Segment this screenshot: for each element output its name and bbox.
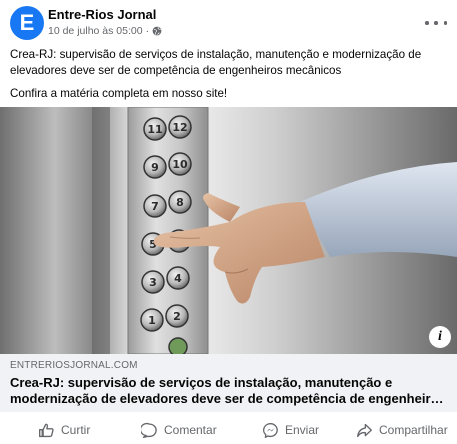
svg-text:11: 11 [147,123,162,136]
post-meta: 10 de julho às 05:00 · [48,25,162,37]
share-label: Compartilhar [379,423,448,437]
send-button[interactable]: Enviar [262,416,319,444]
post-header: E Entre-Rios Jornal 10 de julho às 05:00… [10,6,449,46]
svg-text:10: 10 [172,158,188,171]
like-label: Curtir [61,423,91,437]
messenger-icon [262,422,278,438]
post-timestamp[interactable]: 10 de julho às 05:00 [48,25,143,37]
meta-separator: · [145,25,150,37]
elevator-panel-photo: 11 12 9 10 7 8 5 6 3 4 1 2 [0,107,457,354]
globe-icon [152,26,162,36]
svg-text:3: 3 [149,276,157,289]
post-actions-bar: Curtir Comentar Enviar Compartilhar [0,416,457,444]
page-avatar[interactable]: E [10,6,44,40]
svg-text:8: 8 [176,196,184,209]
share-button[interactable]: Compartilhar [356,416,448,444]
svg-text:2: 2 [173,310,181,323]
more-options-icon[interactable] [425,16,447,30]
svg-text:12: 12 [172,121,187,134]
page-name-link[interactable]: Entre-Rios Jornal [48,7,156,22]
link-domain: ENTRERIOSJORNAL.COM [10,360,138,371]
svg-text:1: 1 [148,314,156,327]
like-button[interactable]: Curtir [38,416,90,444]
svg-text:9: 9 [151,161,159,174]
send-label: Enviar [285,423,320,437]
svg-text:7: 7 [151,200,159,213]
link-preview[interactable]: ENTRERIOSJORNAL.COM Crea-RJ: supervisão … [0,354,457,412]
link-title[interactable]: Crea-RJ: supervisão de serviços de insta… [10,375,450,407]
comment-label: Comentar [164,423,217,437]
svg-text:4: 4 [174,272,182,285]
post-message: Crea-RJ: supervisão de serviços de insta… [10,47,450,102]
share-icon [357,423,372,437]
comment-button[interactable]: Comentar [141,416,217,444]
post-message-line: Confira a matéria completa em nosso site… [10,87,228,100]
info-button[interactable]: i [429,326,451,348]
comment-icon [141,422,157,438]
thumbs-up-icon [39,423,54,437]
post-image[interactable]: 11 12 9 10 7 8 5 6 3 4 1 2 [0,107,457,354]
facebook-post: E Entre-Rios Jornal 10 de julho às 05:00… [0,0,457,444]
post-message-line: Crea-RJ: supervisão de serviços de insta… [10,48,422,77]
